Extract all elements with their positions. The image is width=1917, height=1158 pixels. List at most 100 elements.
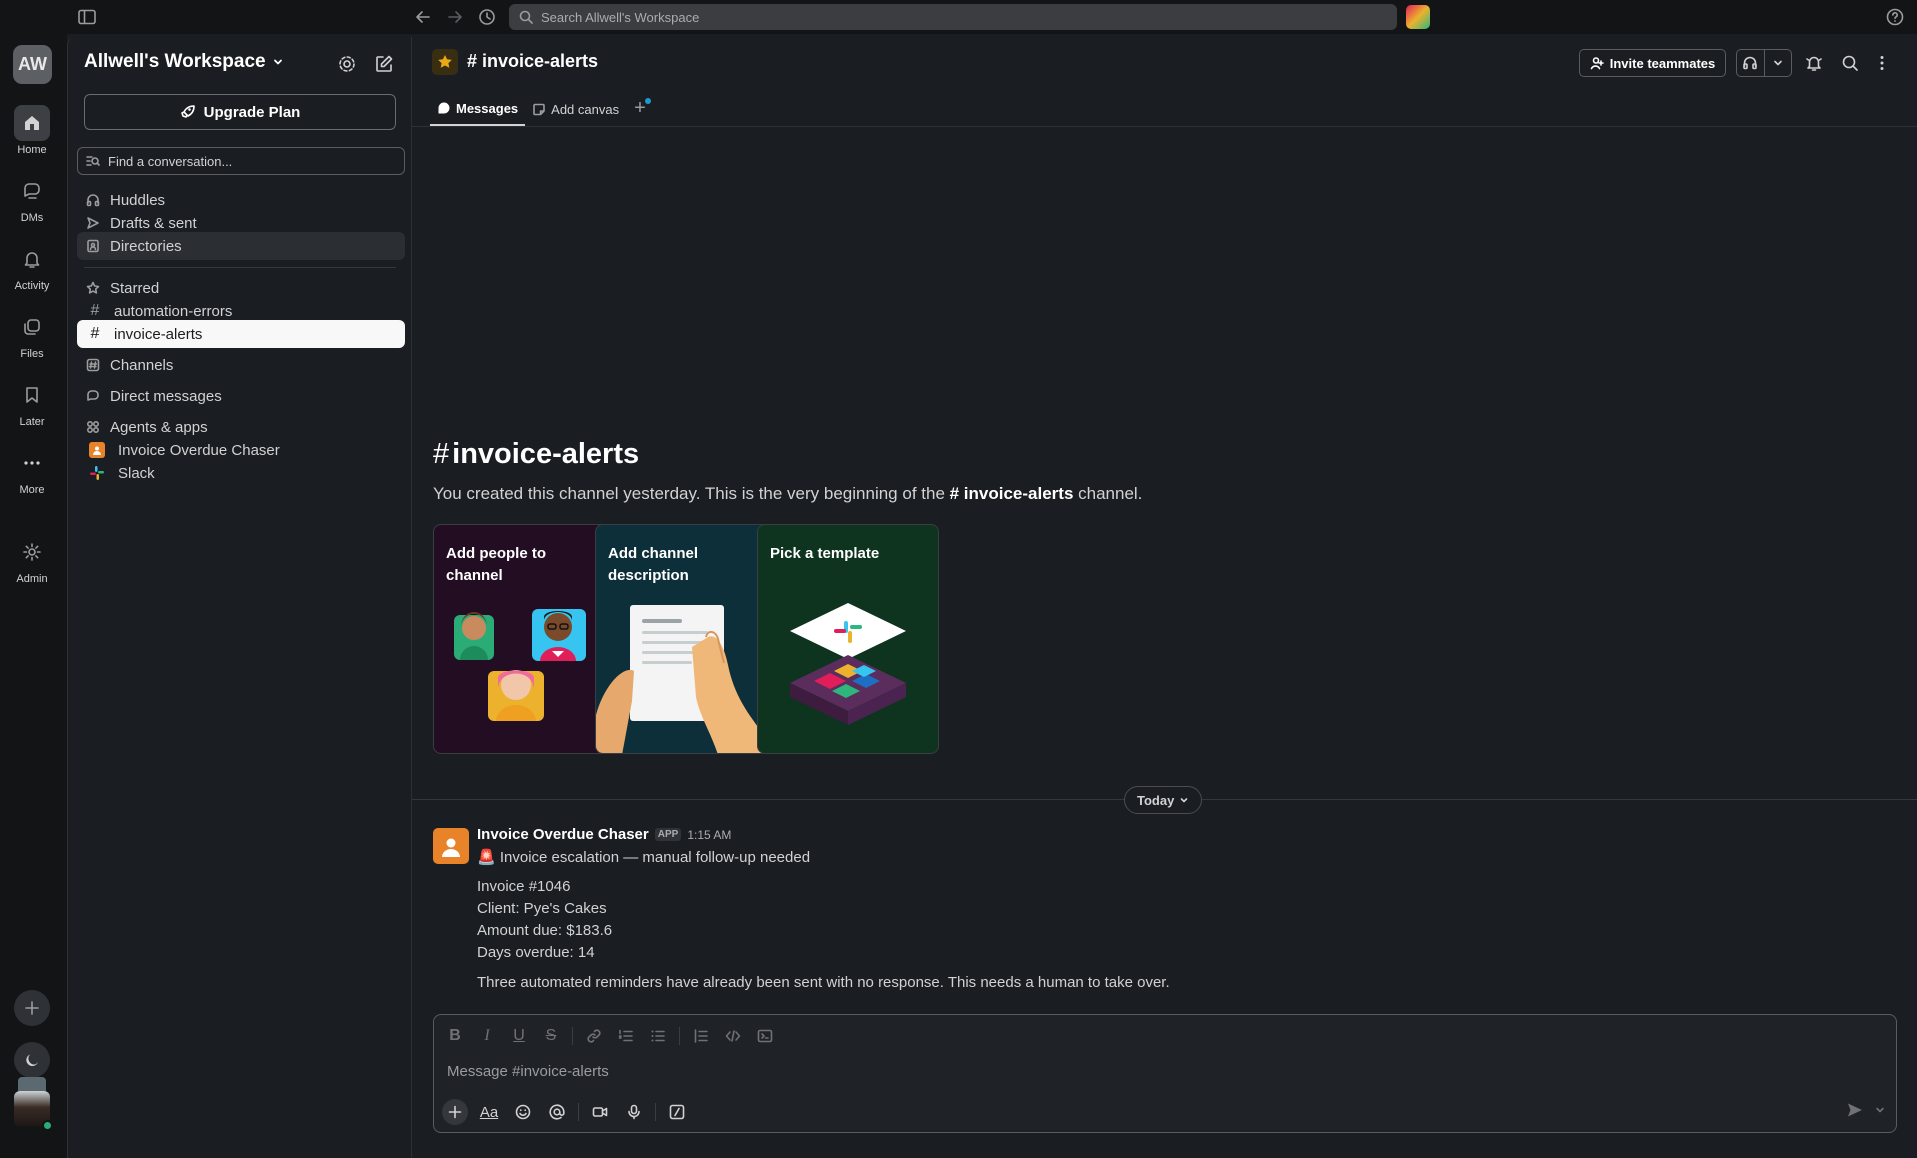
history-icon[interactable] xyxy=(476,6,498,28)
rail-files[interactable]: Files xyxy=(0,309,64,360)
rail-activity[interactable]: Activity xyxy=(0,241,64,292)
numbered-list-icon[interactable] xyxy=(615,1025,637,1047)
chevron-down-icon xyxy=(273,59,282,65)
add-description-card[interactable]: Add channel description xyxy=(595,524,777,754)
emoji-icon[interactable] xyxy=(510,1099,536,1125)
tab-messages[interactable]: Messages xyxy=(430,92,526,126)
sidebar-item-label: Huddles xyxy=(110,191,166,209)
forward-arrow-icon[interactable] xyxy=(444,6,466,28)
invite-teammates-button[interactable]: Invite teammates xyxy=(1579,49,1726,77)
mention-icon[interactable] xyxy=(544,1099,570,1125)
search-input[interactable]: Search Allwell's Workspace xyxy=(509,4,1397,30)
code-icon[interactable] xyxy=(722,1025,744,1047)
sidebar-divider xyxy=(84,267,396,268)
rocket-icon xyxy=(180,105,195,118)
hash-icon: # xyxy=(433,438,450,470)
text-format-button[interactable]: Aa xyxy=(476,1099,502,1125)
kebab-menu-icon[interactable] xyxy=(1870,51,1894,75)
rail-dms[interactable]: DMs xyxy=(0,173,64,224)
code-block-icon[interactable] xyxy=(754,1025,776,1047)
schedule-chevron-icon[interactable] xyxy=(1874,1104,1886,1116)
rail-more[interactable]: More xyxy=(0,445,64,496)
tab-add-canvas[interactable]: Add canvas xyxy=(525,92,626,126)
app-label: Slack xyxy=(118,464,155,482)
sidebar-item-directories[interactable]: Directories xyxy=(77,232,405,260)
intro-text-start: You created this channel yesterday. This… xyxy=(433,484,950,503)
date-divider-label: Today xyxy=(1137,792,1175,808)
huddle-options-chevron-icon[interactable] xyxy=(1764,50,1791,76)
microphone-icon[interactable] xyxy=(621,1099,647,1125)
rail-admin[interactable]: Admin xyxy=(0,534,64,585)
user-avatar-stack[interactable] xyxy=(14,1077,53,1137)
add-workspace-icon[interactable] xyxy=(14,990,50,1026)
channel-intro-name: invoice-alerts xyxy=(452,438,640,470)
message-client: Client: Pye's Cakes xyxy=(477,900,607,917)
message-timestamp[interactable]: 1:15 AM xyxy=(687,828,731,842)
section-channels[interactable]: Channels xyxy=(77,351,405,379)
slash-command-icon[interactable] xyxy=(664,1099,690,1125)
add-people-card[interactable]: Add people to channel xyxy=(433,524,615,754)
sidebar-toggle-icon[interactable] xyxy=(76,6,98,28)
app-slack[interactable]: Slack xyxy=(77,459,405,487)
rail-home[interactable]: Home xyxy=(0,105,64,156)
link-icon[interactable] xyxy=(583,1025,605,1047)
pick-template-card[interactable]: Pick a template xyxy=(757,524,939,754)
underline-icon[interactable]: U xyxy=(508,1025,530,1047)
card-title: Add people to channel xyxy=(446,545,546,584)
bulleted-list-icon[interactable] xyxy=(647,1025,669,1047)
workspace-menu[interactable]: Allwell's Workspace xyxy=(84,51,284,73)
channel-reference-link[interactable]: # invoice-alerts xyxy=(950,484,1074,503)
video-icon[interactable] xyxy=(587,1099,613,1125)
card-title: Add channel description xyxy=(608,545,699,584)
message-invoice: Invoice #1046 xyxy=(477,878,571,895)
strikethrough-icon[interactable]: S xyxy=(540,1025,562,1047)
canvas-icon xyxy=(533,103,545,116)
message-input[interactable]: Message #invoice-alerts xyxy=(447,1063,609,1080)
rail-files-label: Files xyxy=(20,348,44,360)
back-arrow-icon[interactable] xyxy=(412,6,434,28)
dark-mode-icon[interactable] xyxy=(14,1042,50,1078)
send-icon[interactable] xyxy=(1846,1101,1864,1119)
channel-invoice-alerts[interactable]: # invoice-alerts xyxy=(77,320,405,348)
channel-tabs: Messages Add canvas + xyxy=(430,92,651,128)
add-tab-plus-icon[interactable]: + xyxy=(634,97,651,120)
search-icon xyxy=(519,10,533,24)
section-direct-messages[interactable]: Direct messages xyxy=(77,382,405,410)
divider xyxy=(655,1103,656,1121)
channel-search-icon[interactable] xyxy=(1838,51,1862,75)
date-divider-button[interactable]: Today xyxy=(1124,786,1203,814)
star-icon[interactable] xyxy=(432,49,458,75)
notifications-icon[interactable] xyxy=(1802,51,1826,75)
send-icon xyxy=(87,217,99,229)
channel-sidebar: Allwell's Workspace Upgrade Plan Find a … xyxy=(67,37,412,1158)
message-headline: 🚨 Invoice escalation — manual follow-up … xyxy=(477,849,811,866)
blockquote-icon[interactable] xyxy=(690,1025,712,1047)
message-avatar[interactable] xyxy=(433,828,469,864)
section-label: Starred xyxy=(110,279,160,297)
message-composer: B I U S Message #invoice-alerts Aa xyxy=(433,1014,1897,1133)
workspace-avatar[interactable]: AW xyxy=(13,45,52,84)
compose-icon[interactable] xyxy=(373,53,395,75)
huddle-button-group xyxy=(1736,49,1792,77)
italic-icon[interactable]: I xyxy=(476,1025,498,1047)
rail-later[interactable]: Later xyxy=(0,377,64,428)
rail-dms-label: DMs xyxy=(20,212,44,224)
channel-title[interactable]: # invoice-alerts xyxy=(467,51,598,72)
hash-icon: # xyxy=(467,51,483,71)
find-conversation-input[interactable]: Find a conversation... xyxy=(77,147,405,175)
channel-title-text: invoice-alerts xyxy=(482,51,599,71)
huddle-headphones-icon[interactable] xyxy=(1737,50,1764,76)
help-icon[interactable] xyxy=(1884,6,1906,28)
new-indicator-dot xyxy=(644,98,651,104)
rail-home-label: Home xyxy=(17,144,47,156)
composer-actions: Aa xyxy=(442,1099,690,1125)
attach-plus-icon[interactable] xyxy=(442,1099,468,1125)
sidebar-item-label: Directories xyxy=(110,237,182,255)
message-body: Three automated reminders have already b… xyxy=(477,974,1170,991)
upgrade-plan-button[interactable]: Upgrade Plan xyxy=(84,94,396,130)
bold-icon[interactable]: B xyxy=(444,1025,466,1047)
settings-gear-icon[interactable] xyxy=(336,53,358,75)
workspace-logo[interactable] xyxy=(1406,5,1430,29)
message-author[interactable]: Invoice Overdue Chaser xyxy=(477,826,649,843)
section-label: Agents & apps xyxy=(110,418,208,436)
